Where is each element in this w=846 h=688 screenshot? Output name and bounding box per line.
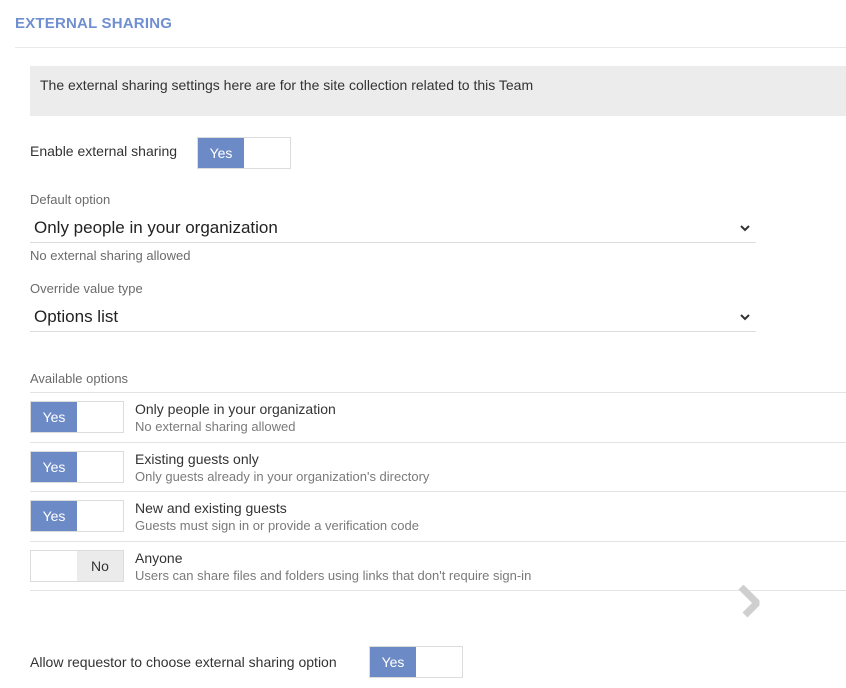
toggle-yes: Yes — [31, 402, 77, 432]
info-text: The external sharing settings here are f… — [40, 77, 534, 93]
option-toggle-anyone[interactable]: No — [30, 550, 124, 582]
toggle-yes: Yes — [370, 647, 416, 677]
option-subtitle: Only guests already in your organization… — [135, 468, 430, 484]
option-subtitle: Users can share files and folders using … — [135, 567, 532, 583]
chevron-right-icon[interactable] — [733, 585, 767, 625]
available-options-label: Available options — [30, 371, 129, 386]
option-title: Anyone — [135, 549, 183, 566]
toggle-no: No — [77, 551, 123, 581]
requestor-choice-label: Allow requestor to choose external shari… — [30, 654, 337, 670]
title-divider — [15, 47, 846, 48]
toggle-empty — [244, 138, 290, 168]
chevron-down-icon — [740, 313, 750, 320]
override-type-select[interactable]: Options list — [30, 302, 756, 332]
option-title: Existing guests only — [135, 450, 259, 467]
option-row-anyone: No Anyone Users can share files and fold… — [30, 541, 846, 590]
options-bottom-divider — [30, 590, 846, 591]
option-title: New and existing guests — [135, 499, 287, 516]
chevron-down-icon — [740, 224, 750, 231]
option-row-org-only: Yes Only people in your organization No … — [30, 392, 846, 441]
option-subtitle: No external sharing allowed — [135, 418, 296, 434]
toggle-yes: Yes — [198, 138, 244, 168]
option-subtitle: Guests must sign in or provide a verific… — [135, 517, 419, 533]
toggle-empty — [416, 647, 462, 677]
option-toggle-org-only[interactable]: Yes — [30, 401, 124, 433]
requestor-choice-toggle[interactable]: Yes — [369, 646, 463, 678]
default-option-label: Default option — [30, 192, 111, 207]
default-option-value: Only people in your organization — [34, 217, 278, 237]
toggle-yes: Yes — [31, 501, 77, 531]
override-type-value: Options list — [34, 306, 119, 326]
toggle-empty — [77, 452, 123, 482]
option-row-existing-guests: Yes Existing guests only Only guests alr… — [30, 442, 846, 491]
option-row-new-existing-guests: Yes New and existing guests Guests must … — [30, 491, 846, 540]
option-toggle-new-existing-guests[interactable]: Yes — [30, 500, 124, 532]
override-type-label: Override value type — [30, 281, 143, 296]
toggle-empty — [77, 501, 123, 531]
section-title: EXTERNAL SHARING — [15, 15, 173, 32]
toggle-empty — [31, 551, 77, 581]
info-box: The external sharing settings here are f… — [30, 66, 846, 116]
enable-sharing-label: Enable external sharing — [30, 143, 178, 159]
default-option-select[interactable]: Only people in your organization — [30, 213, 756, 243]
toggle-empty — [77, 402, 123, 432]
default-option-help: No external sharing allowed — [30, 248, 191, 263]
enable-sharing-toggle[interactable]: Yes — [197, 137, 291, 169]
option-toggle-existing-guests[interactable]: Yes — [30, 451, 124, 483]
option-title: Only people in your organization — [135, 400, 336, 417]
toggle-yes: Yes — [31, 452, 77, 482]
